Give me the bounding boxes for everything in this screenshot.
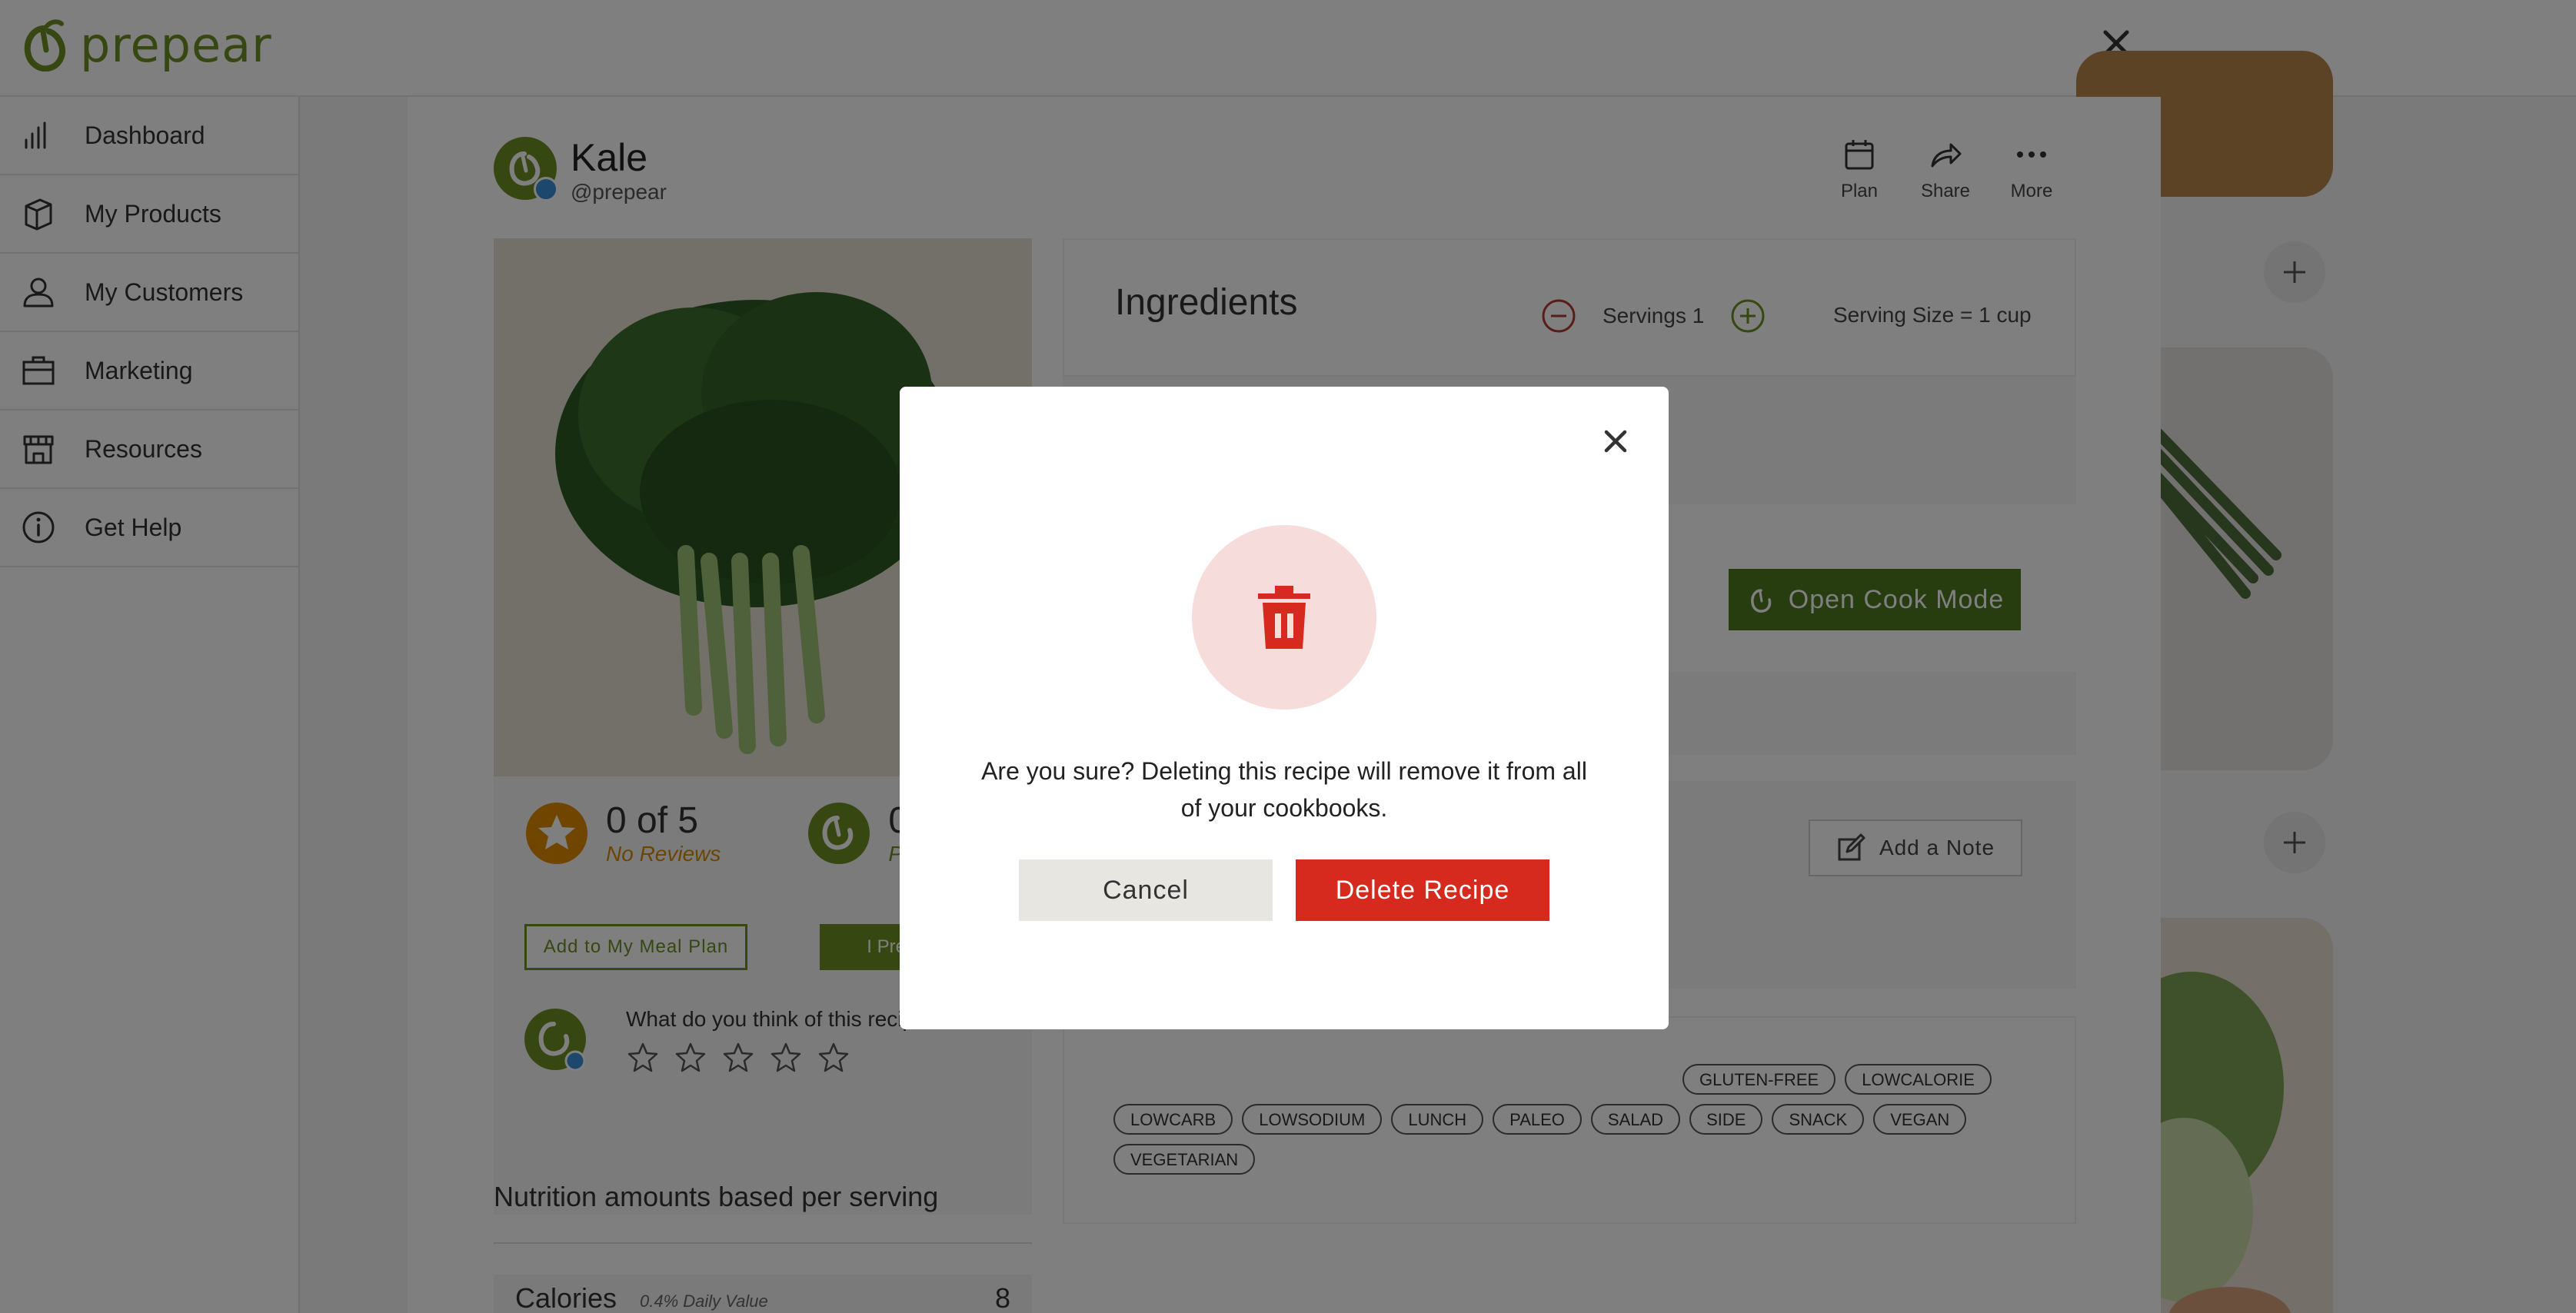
close-icon[interactable] — [1596, 422, 1635, 460]
delete-recipe-button[interactable]: Delete Recipe — [1296, 859, 1549, 921]
cancel-button[interactable]: Cancel — [1019, 859, 1273, 921]
trash-icon-badge — [1192, 525, 1376, 710]
confirm-message: Are you sure? Deleting this recipe will … — [981, 757, 1587, 822]
delete-confirm-dialog: Are you sure? Deleting this recipe will … — [900, 387, 1669, 1029]
trash-icon — [1258, 586, 1310, 649]
